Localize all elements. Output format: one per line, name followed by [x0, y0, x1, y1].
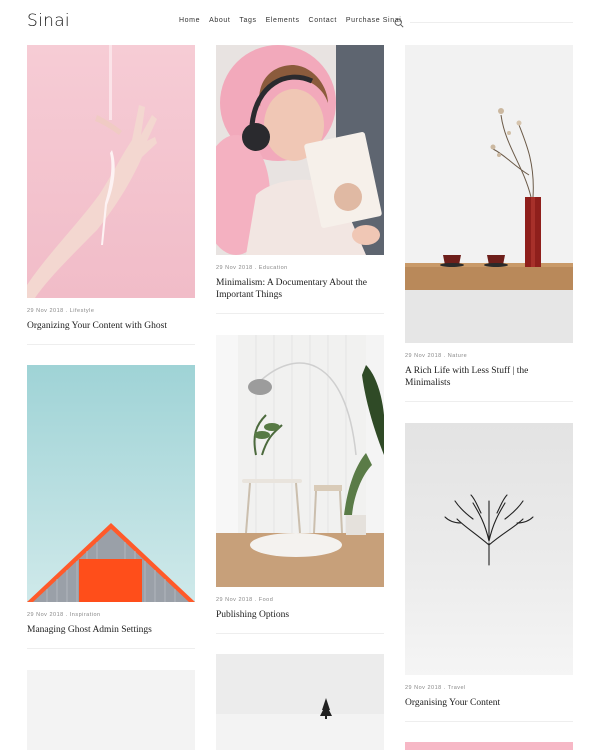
white-interior-image[interactable]: [216, 335, 384, 587]
post-tag[interactable]: Travel: [448, 685, 466, 691]
headphones-reader-image[interactable]: [216, 45, 384, 255]
post-card[interactable]: [216, 654, 384, 750]
post-title[interactable]: Organizing Your Content with Ghost: [27, 320, 195, 332]
nav-tags[interactable]: Tags: [239, 17, 256, 24]
post-date: 29 Nov 2018: [405, 353, 442, 359]
search-icon[interactable]: [394, 18, 404, 28]
post-tag[interactable]: Education: [259, 265, 288, 271]
post-meta: 29 Nov 2018. Lifestyle: [27, 308, 95, 314]
post-card[interactable]: [405, 742, 573, 750]
post-card[interactable]: [27, 670, 195, 750]
post-title[interactable]: Managing Ghost Admin Settings: [27, 624, 195, 636]
pink-hand-image[interactable]: [27, 45, 195, 298]
site-logo[interactable]: Sinai: [27, 11, 70, 31]
post-meta: 29 Nov 2018. Inspiration: [27, 612, 101, 618]
card-divider: [405, 721, 573, 722]
post-date: 29 Nov 2018: [27, 612, 64, 618]
card-divider: [27, 344, 195, 345]
nav-elements[interactable]: Elements: [266, 17, 300, 24]
snow-tree-image[interactable]: [216, 654, 384, 750]
post-meta: 29 Nov 2018. Nature: [405, 353, 468, 359]
post-meta: 29 Nov 2018. Education: [216, 265, 288, 271]
post-date: 29 Nov 2018: [216, 597, 253, 603]
post-card[interactable]: 29 Nov 2018. Food Publishing Options: [216, 335, 384, 634]
red-roof-image[interactable]: [27, 365, 195, 602]
post-card[interactable]: 29 Nov 2018. Lifestyle Organizing Your Co…: [27, 45, 195, 345]
card-divider: [216, 633, 384, 634]
post-card[interactable]: 29 Nov 2018. Education Minimalism: A Docu…: [216, 45, 384, 314]
post-card[interactable]: 29 Nov 2018. Inspiration Managing Ghost A…: [27, 365, 195, 649]
lone-tree-image[interactable]: [405, 423, 573, 675]
post-meta: 29 Nov 2018. Travel: [405, 685, 466, 691]
post-title[interactable]: Minimalism: A Documentary About the Impo…: [216, 277, 384, 301]
post-title[interactable]: A Rich Life with Less Stuff | the Minima…: [405, 365, 573, 389]
post-title[interactable]: Organising Your Content: [405, 697, 573, 709]
post-tag[interactable]: Inspiration: [70, 612, 101, 618]
main-nav: Home About Tags Elements Contact Purchas…: [179, 17, 410, 24]
header-divider: [410, 22, 573, 23]
post-image[interactable]: [27, 670, 195, 750]
nav-about[interactable]: About: [209, 17, 230, 24]
post-card[interactable]: 29 Nov 2018. Travel Organising Your Conte…: [405, 423, 573, 722]
card-divider: [405, 401, 573, 402]
post-tag[interactable]: Food: [259, 597, 274, 603]
site-header: Sinai Home About Tags Elements Contact P…: [0, 0, 600, 45]
post-card[interactable]: 29 Nov 2018. Nature A Rich Life with Less…: [405, 45, 573, 402]
post-tag[interactable]: Lifestyle: [70, 308, 95, 314]
card-divider: [216, 313, 384, 314]
vase-teacups-image[interactable]: [405, 45, 573, 343]
post-date: 29 Nov 2018: [216, 265, 253, 271]
post-image[interactable]: [405, 742, 573, 750]
post-meta: 29 Nov 2018. Food: [216, 597, 274, 603]
post-tag[interactable]: Nature: [448, 353, 468, 359]
post-date: 29 Nov 2018: [405, 685, 442, 691]
nav-contact[interactable]: Contact: [309, 17, 337, 24]
post-title[interactable]: Publishing Options: [216, 609, 384, 621]
nav-home[interactable]: Home: [179, 17, 200, 24]
card-divider: [27, 648, 195, 649]
post-date: 29 Nov 2018: [27, 308, 64, 314]
